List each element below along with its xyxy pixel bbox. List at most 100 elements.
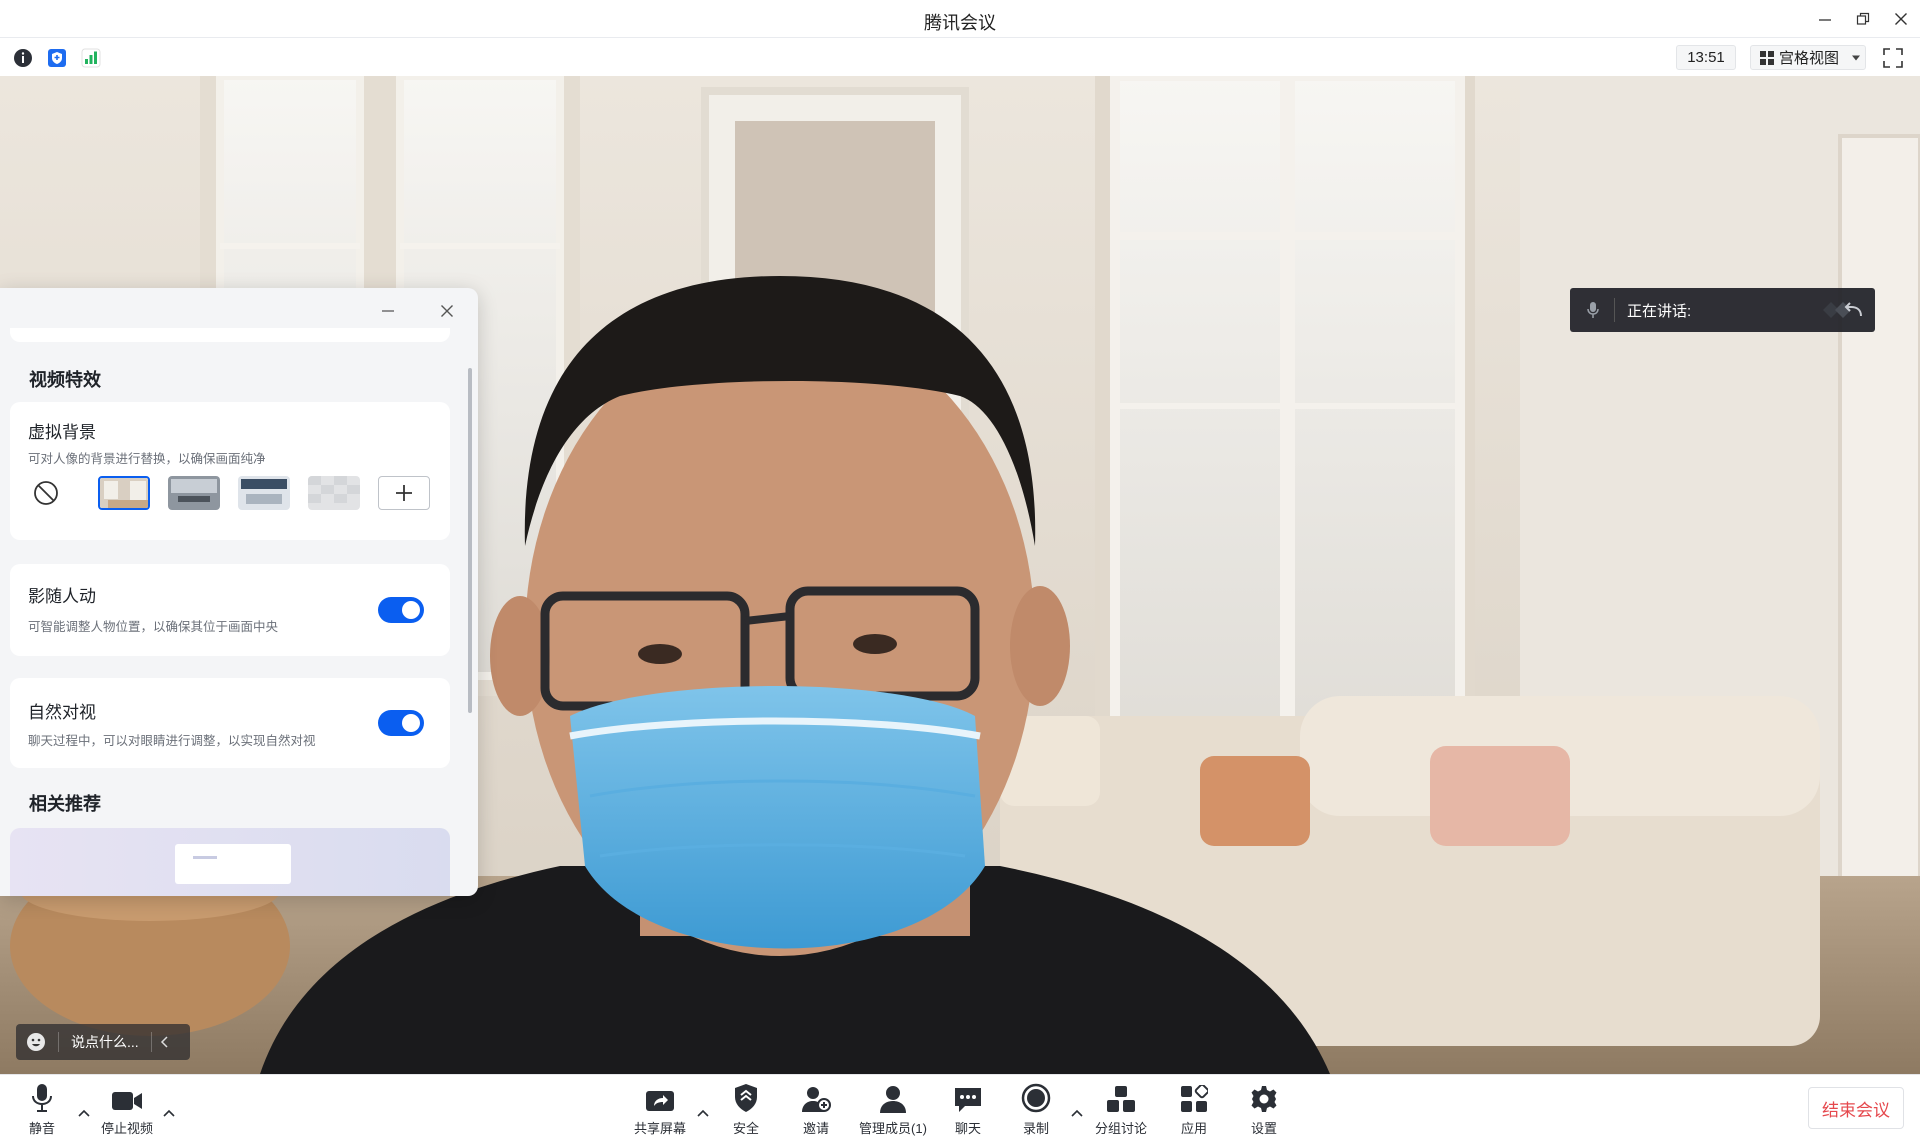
comment-input-placeholder[interactable]: 说点什么... <box>71 1032 139 1052</box>
apps-button[interactable]: 应用 <box>1176 1083 1212 1139</box>
network-signal-icon[interactable] <box>80 47 102 69</box>
speaking-indicator: 正在讲话: <box>1570 288 1875 332</box>
chevron-down-icon <box>1852 55 1861 60</box>
living-room-thumbnail <box>100 478 148 508</box>
meeting-clock: 13:51 <box>1676 45 1736 70</box>
record-button[interactable]: 录制 <box>1018 1083 1054 1139</box>
chevron-left-icon[interactable] <box>160 1036 170 1048</box>
apps-icon <box>1181 1085 1208 1112</box>
settings-button[interactable]: 设置 <box>1246 1083 1282 1139</box>
breakout-rooms-icon <box>1107 1086 1135 1112</box>
info-bar: 13:51 宫格视图 <box>0 38 1920 76</box>
breakout-rooms-label: 分组讨论 <box>1094 1121 1147 1136</box>
meeting-info-icon[interactable] <box>12 47 34 69</box>
natural-gaze-card: 自然对视 聊天过程中，可以对眼睛进行调整，以实现自然对视 <box>10 678 450 768</box>
office-thumbnail <box>168 476 220 510</box>
meeting-toolbar: 静音 停止视频 共享屏幕 安全 邀请 管理成员(1) 聊天 录制 分组讨论 应用 <box>0 1074 1920 1141</box>
panel-minimize-button[interactable] <box>375 298 401 324</box>
fullscreen-icon <box>1883 48 1903 68</box>
virtual-background-title: 虚拟背景 <box>28 423 96 442</box>
manage-members-button[interactable]: 管理成员(1) <box>856 1083 930 1139</box>
blur-thumbnail <box>308 476 360 510</box>
audio-options-chevron-icon[interactable] <box>77 1107 91 1119</box>
title-bar: 腾讯会议 <box>0 0 1920 38</box>
share-options-chevron-icon[interactable] <box>696 1107 710 1119</box>
follow-person-card: 影随人动 可智能调整人物位置，以确保其位于画面中央 <box>10 564 450 656</box>
chat-label: 聊天 <box>954 1121 981 1136</box>
share-screen-label: 共享屏幕 <box>633 1121 686 1136</box>
shield-icon <box>735 1084 757 1112</box>
view-mode-label: 宫格视图 <box>1779 50 1840 67</box>
natural-gaze-toggle[interactable] <box>378 710 424 736</box>
share-screen-button[interactable]: 共享屏幕 <box>632 1083 688 1139</box>
bg-none-option[interactable] <box>28 476 64 510</box>
minimize-icon <box>1819 19 1831 21</box>
section-title-related: 相关推荐 <box>29 794 101 814</box>
chat-icon <box>955 1088 981 1112</box>
close-icon <box>1895 13 1907 25</box>
plus-icon <box>396 485 412 501</box>
virtual-background-desc: 可对人像的背景进行替换，以确保画面纯净 <box>28 452 266 466</box>
bg-option-workspace[interactable] <box>238 476 290 510</box>
record-icon <box>1021 1083 1051 1113</box>
minimize-button[interactable] <box>1808 6 1842 32</box>
microphone-icon <box>1587 302 1599 318</box>
record-options-chevron-icon[interactable] <box>1070 1107 1084 1119</box>
microphone-icon <box>32 1084 52 1112</box>
workspace-thumbnail <box>238 476 290 510</box>
fullscreen-button[interactable] <box>1882 47 1904 69</box>
video-effects-panel: 视频特效 虚拟背景 可对人像的背景进行替换，以确保画面纯净 影随人动 可智能调整… <box>0 288 478 896</box>
video-options-chevron-icon[interactable] <box>162 1107 176 1119</box>
window-title: 腾讯会议 <box>924 13 996 33</box>
virtual-background-card: 虚拟背景 可对人像的背景进行替换，以确保画面纯净 <box>10 402 450 540</box>
members-icon <box>880 1086 906 1113</box>
end-meeting-button[interactable]: 结束会议 <box>1808 1087 1904 1129</box>
minimize-icon <box>382 310 394 312</box>
panel-scrollbar[interactable] <box>468 368 472 713</box>
add-background-button[interactable] <box>378 476 430 510</box>
stop-video-button[interactable]: 停止视频 <box>98 1083 156 1139</box>
natural-gaze-desc: 聊天过程中，可以对眼睛进行调整，以实现自然对视 <box>28 734 316 748</box>
breakout-rooms-button[interactable]: 分组讨论 <box>1092 1083 1150 1139</box>
security-label: 安全 <box>732 1121 759 1136</box>
follow-person-toggle[interactable] <box>378 597 424 623</box>
video-area: 正在讲话: 说点什么... 视频特效 虚拟背景 可对人像的背景进行替换，以确保画… <box>0 76 1920 1074</box>
natural-gaze-title: 自然对视 <box>28 703 96 722</box>
close-icon <box>441 305 453 317</box>
manage-members-label: 管理成员(1) <box>859 1121 927 1136</box>
share-screen-icon <box>646 1091 674 1111</box>
mute-button[interactable]: 静音 <box>22 1083 62 1139</box>
bg-option-living-room[interactable] <box>98 476 150 510</box>
follow-person-desc: 可智能调整人物位置，以确保其位于画面中央 <box>28 620 279 634</box>
bg-option-blur[interactable] <box>308 476 360 510</box>
stop-video-label: 停止视频 <box>100 1121 153 1136</box>
comment-bar[interactable]: 说点什么... <box>16 1024 190 1060</box>
restore-button[interactable] <box>1846 6 1880 32</box>
video-camera-icon <box>112 1092 142 1110</box>
bg-option-office[interactable] <box>168 476 220 510</box>
settings-label: 设置 <box>1250 1121 1277 1136</box>
banner-preview-image <box>175 844 291 884</box>
record-label: 录制 <box>1022 1121 1049 1136</box>
no-background-icon <box>34 481 58 505</box>
security-shield-icon[interactable] <box>46 47 68 69</box>
related-recommend-banner[interactable] <box>10 828 450 896</box>
grid-icon <box>1760 50 1774 65</box>
collapse-arrow-icon[interactable] <box>1821 298 1865 322</box>
invite-label: 邀请 <box>802 1121 829 1136</box>
chat-button[interactable]: 聊天 <box>950 1083 986 1139</box>
view-mode-dropdown[interactable]: 宫格视图 <box>1750 45 1866 70</box>
apps-label: 应用 <box>1180 1121 1207 1136</box>
invite-button[interactable]: 邀请 <box>798 1083 834 1139</box>
security-button[interactable]: 安全 <box>728 1083 764 1139</box>
gear-icon <box>1251 1086 1277 1112</box>
mute-label: 静音 <box>28 1121 55 1136</box>
section-title-video-effects: 视频特效 <box>29 370 101 390</box>
close-window-button[interactable] <box>1884 6 1918 32</box>
follow-person-title: 影随人动 <box>28 587 96 606</box>
previous-card-edge <box>10 328 450 342</box>
emoji-icon[interactable] <box>26 1032 46 1052</box>
restore-icon <box>1856 12 1870 25</box>
panel-close-button[interactable] <box>434 298 460 324</box>
invite-user-icon <box>802 1087 831 1112</box>
